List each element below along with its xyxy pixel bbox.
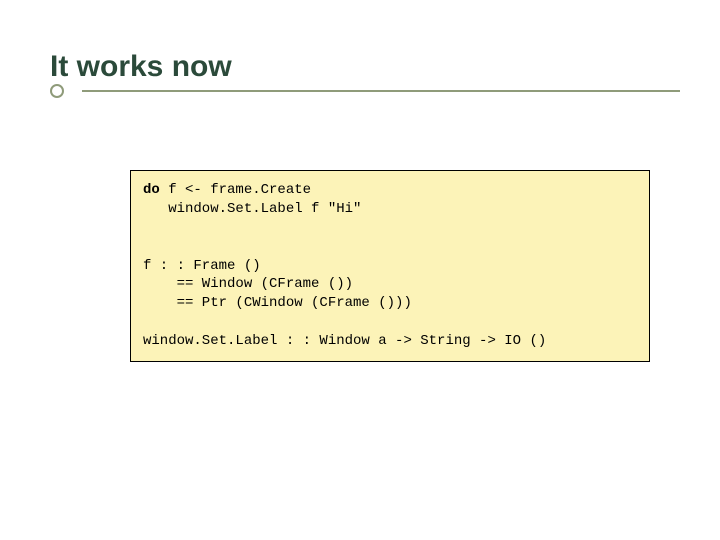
code-block: do f <- frame.Create window.Set.Label f … — [130, 170, 650, 362]
title-underline — [82, 90, 680, 92]
code-line-2: window.Set.Label f "Hi" — [143, 201, 361, 217]
slide: It works now do f <- frame.Create window… — [0, 0, 720, 540]
code-line-5: == Ptr (CWindow (CFrame ())) — [143, 295, 412, 311]
code-line-3: f : : Frame () — [143, 258, 261, 274]
code-line-4: == Window (CFrame ()) — [143, 276, 353, 292]
code-line-6: window.Set.Label : : Window a -> String … — [143, 333, 546, 349]
code-keyword-do: do — [143, 182, 160, 198]
title-area: It works now — [50, 50, 680, 92]
code-line-1: f <- frame.Create — [160, 182, 311, 198]
bullet-icon — [50, 84, 64, 98]
slide-title: It works now — [50, 50, 680, 84]
